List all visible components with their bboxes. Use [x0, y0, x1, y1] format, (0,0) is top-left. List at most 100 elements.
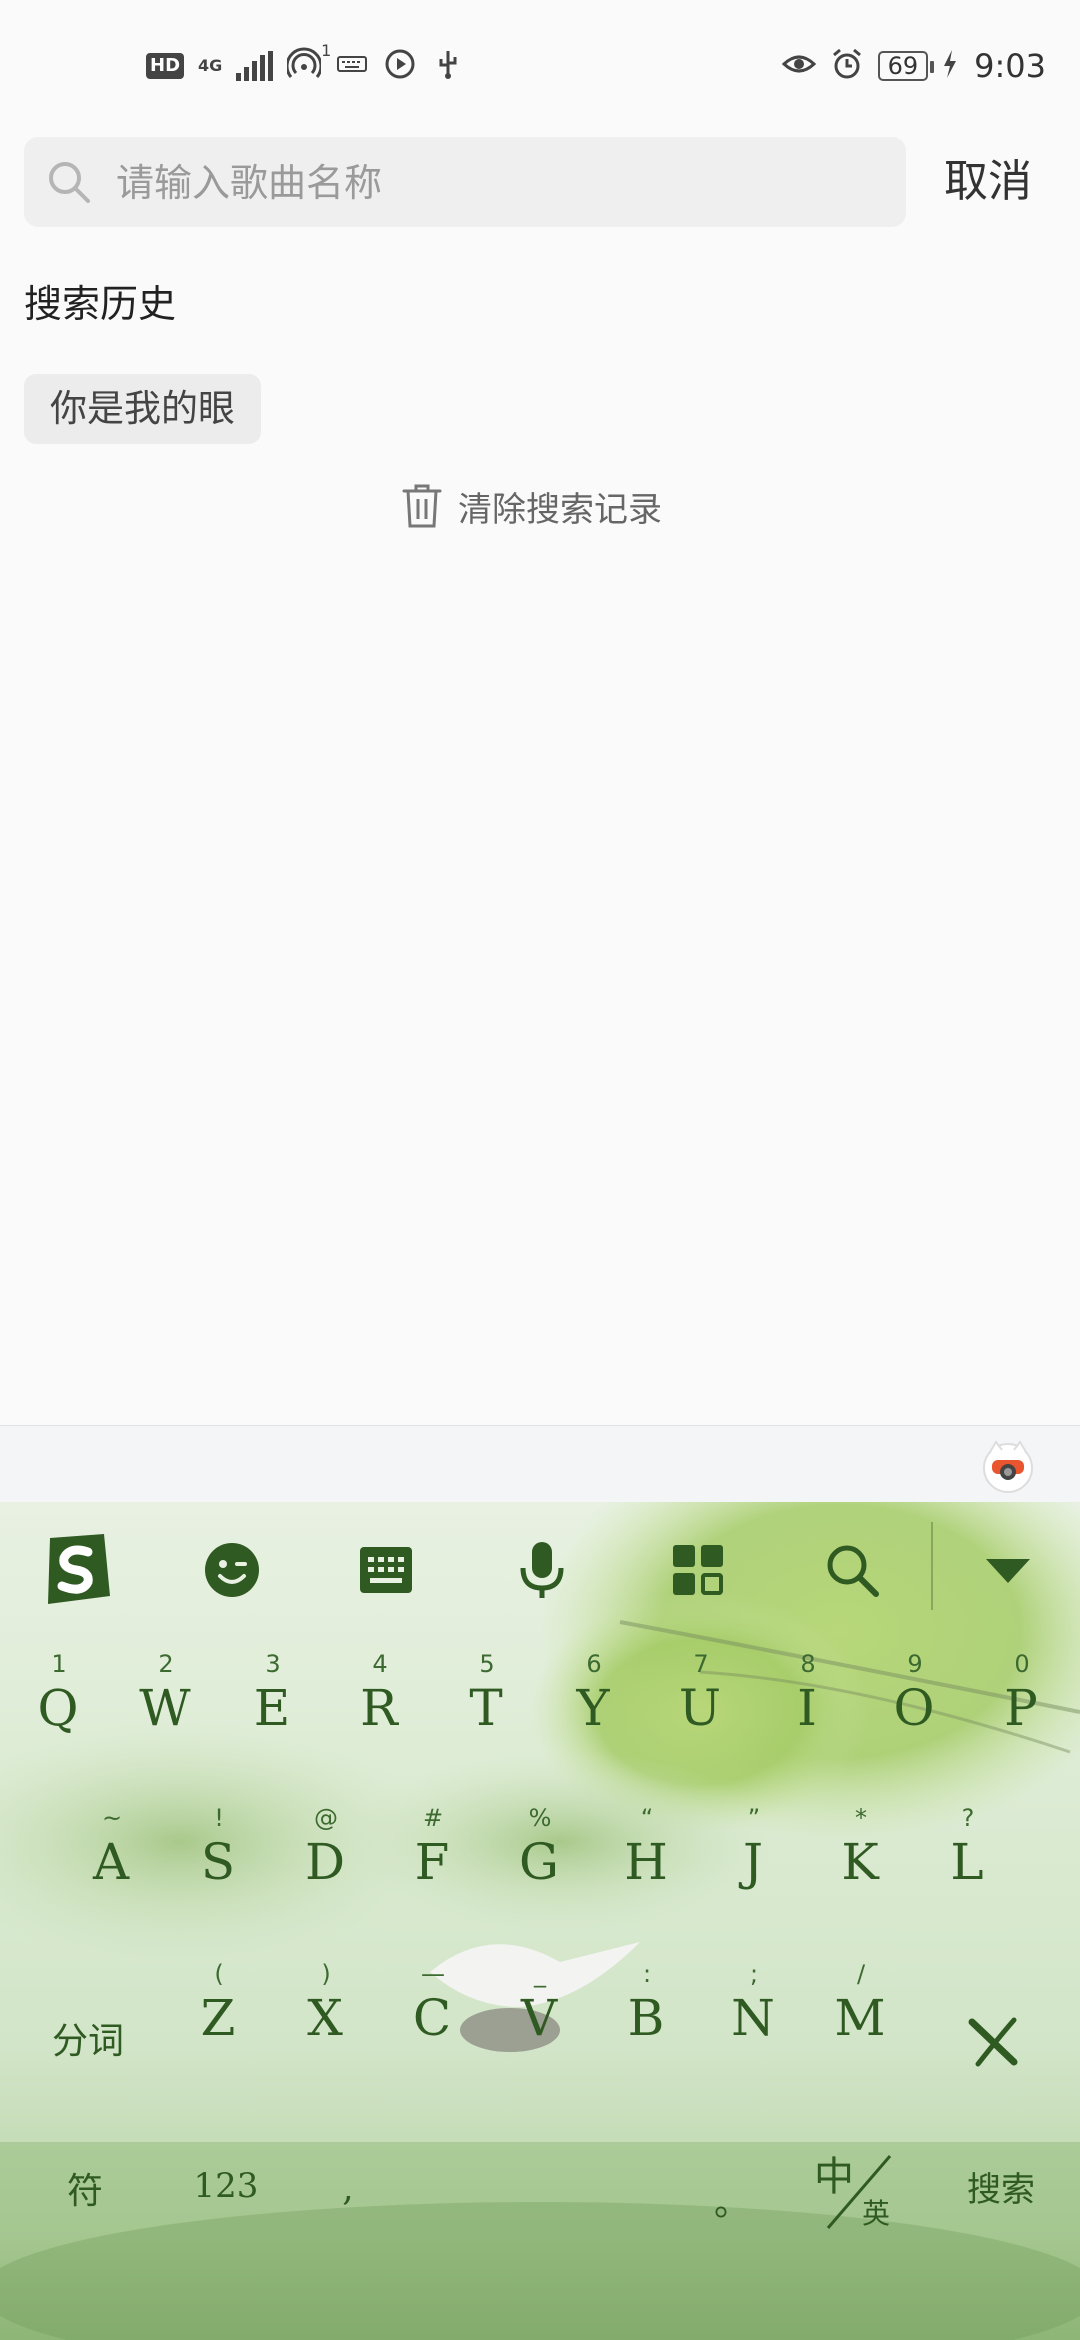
key-hint: 5	[479, 1650, 495, 1678]
search-icon[interactable]	[812, 1530, 892, 1610]
key-label: G	[519, 1833, 561, 1891]
clock: 9:03	[974, 47, 1046, 85]
toolbar-divider	[931, 1522, 933, 1610]
key-z[interactable]: (Z	[169, 1960, 269, 2050]
search-bar[interactable]	[24, 137, 906, 229]
key-label: U	[678, 1679, 724, 1737]
key-h[interactable]: “H	[597, 1804, 697, 1894]
search-icon	[49, 162, 90, 203]
period-key[interactable]: 。	[712, 2174, 752, 2226]
key-o[interactable]: 9O	[865, 1650, 965, 1740]
key-c[interactable]: — C	[383, 1960, 483, 2050]
key-hint: ?	[961, 1804, 975, 1832]
key-label: N	[731, 1989, 777, 2047]
play-icon	[383, 47, 417, 85]
status-bar: HD 4G 1 69 9:03	[0, 0, 1080, 130]
key-hint: 9	[907, 1650, 923, 1678]
segment-key[interactable]: 分词	[28, 2012, 148, 2064]
eye-comfort-icon	[781, 47, 816, 85]
key-q[interactable]: 1Q	[9, 1650, 109, 1740]
sogou-logo-icon[interactable]	[36, 1530, 116, 1610]
key-label: O	[893, 1679, 937, 1737]
key-label: S	[200, 1833, 238, 1891]
language-switch-key[interactable]: 中 英	[808, 2142, 908, 2242]
key-hint: 2	[158, 1650, 174, 1678]
key-label: M	[834, 1989, 888, 2047]
key-e[interactable]: 3E	[223, 1650, 323, 1740]
key-n[interactable]: ; N	[704, 1960, 804, 2050]
emoji-icon[interactable]	[192, 1530, 272, 1610]
key-label: Y	[576, 1679, 612, 1737]
key-label: I	[797, 1679, 819, 1737]
key-x[interactable]: ) X	[276, 1960, 376, 2050]
key-f[interactable]: # F	[383, 1804, 483, 1894]
microphone-icon[interactable]	[502, 1530, 582, 1610]
clear-history-label: 清除搜索记录	[458, 489, 662, 530]
hotspot-icon: 1	[285, 41, 331, 85]
hd-badge: HD	[146, 53, 185, 79]
key-hint: /	[856, 1960, 866, 1988]
key-label: R	[360, 1679, 400, 1737]
key-hint: @	[314, 1804, 338, 1832]
key-r[interactable]: 4R	[330, 1650, 430, 1740]
search-enter-key[interactable]: 搜索	[946, 2162, 1056, 2211]
network-type: 4G	[198, 56, 223, 75]
keyboard-icon[interactable]	[346, 1530, 426, 1610]
apps-grid-icon[interactable]	[658, 1530, 738, 1610]
mascot-icon[interactable]	[980, 1438, 1036, 1494]
soft-keyboard: 1Q 2W 3E 4R 5T 6Y 7U 8I 9O 0P ~ A ! S @ D #…	[0, 1502, 1080, 2340]
comma-key[interactable]: ,	[328, 2168, 368, 2209]
history-chip[interactable]: 你是我的眼	[24, 374, 261, 444]
usb-icon	[431, 47, 465, 85]
key-d[interactable]: @ D	[276, 1804, 376, 1894]
numbers-key[interactable]: 123	[176, 2166, 276, 2206]
key-l[interactable]: ? L	[918, 1804, 1018, 1894]
backspace-icon[interactable]	[954, 2002, 1034, 2082]
charging-icon	[942, 49, 958, 83]
search-input[interactable]	[114, 137, 878, 229]
status-left: HD 4G 1	[146, 41, 465, 86]
key-u[interactable]: 7U	[651, 1650, 751, 1740]
key-m[interactable]: / M	[811, 1960, 911, 2050]
key-label: J	[742, 1833, 766, 1891]
key-hint: ~	[101, 1804, 123, 1832]
key-v[interactable]: _ V	[490, 1960, 590, 2050]
key-hint: 4	[372, 1650, 388, 1678]
key-label: D	[304, 1833, 348, 1891]
key-label: A	[92, 1833, 132, 1891]
space-key[interactable]	[400, 2122, 690, 2262]
key-label: P	[1004, 1679, 1040, 1737]
key-hint: (	[214, 1960, 224, 1988]
key-hint: 0	[1014, 1650, 1030, 1678]
cancel-button[interactable]: 取消	[944, 150, 1032, 214]
key-hint: 3	[265, 1650, 281, 1678]
key-k[interactable]: * K	[811, 1804, 911, 1894]
key-a[interactable]: ~ A	[62, 1804, 162, 1894]
key-label: V	[520, 1989, 560, 2047]
key-hint: _	[534, 1960, 546, 1988]
signal-icon	[236, 51, 274, 81]
keyboard-status-icon	[335, 47, 369, 85]
key-s[interactable]: ! S	[169, 1804, 269, 1894]
key-hint: “	[640, 1804, 654, 1832]
key-y[interactable]: 6Y	[544, 1650, 644, 1740]
key-i[interactable]: 8I	[758, 1650, 858, 1740]
key-label: E	[253, 1679, 293, 1737]
key-hint: 6	[586, 1650, 602, 1678]
key-b[interactable]: :B	[597, 1960, 697, 2050]
key-hint: ”	[747, 1804, 761, 1832]
key-hint: ;	[749, 1960, 759, 1988]
symbols-key[interactable]: 符	[50, 2162, 120, 2214]
key-hint: )	[321, 1960, 331, 1988]
key-w[interactable]: 2W	[116, 1650, 216, 1740]
key-hint: !	[214, 1804, 224, 1832]
key-t[interactable]: 5T	[437, 1650, 537, 1740]
key-p[interactable]: 0P	[972, 1650, 1072, 1740]
clear-history-button[interactable]: 清除搜索记录	[400, 476, 662, 536]
key-label: X	[307, 1989, 345, 2047]
key-g[interactable]: % G	[490, 1804, 590, 1894]
collapse-icon[interactable]	[968, 1530, 1048, 1610]
alarm-icon	[830, 47, 864, 85]
key-label: W	[139, 1679, 193, 1737]
key-j[interactable]: ” J	[704, 1804, 804, 1894]
